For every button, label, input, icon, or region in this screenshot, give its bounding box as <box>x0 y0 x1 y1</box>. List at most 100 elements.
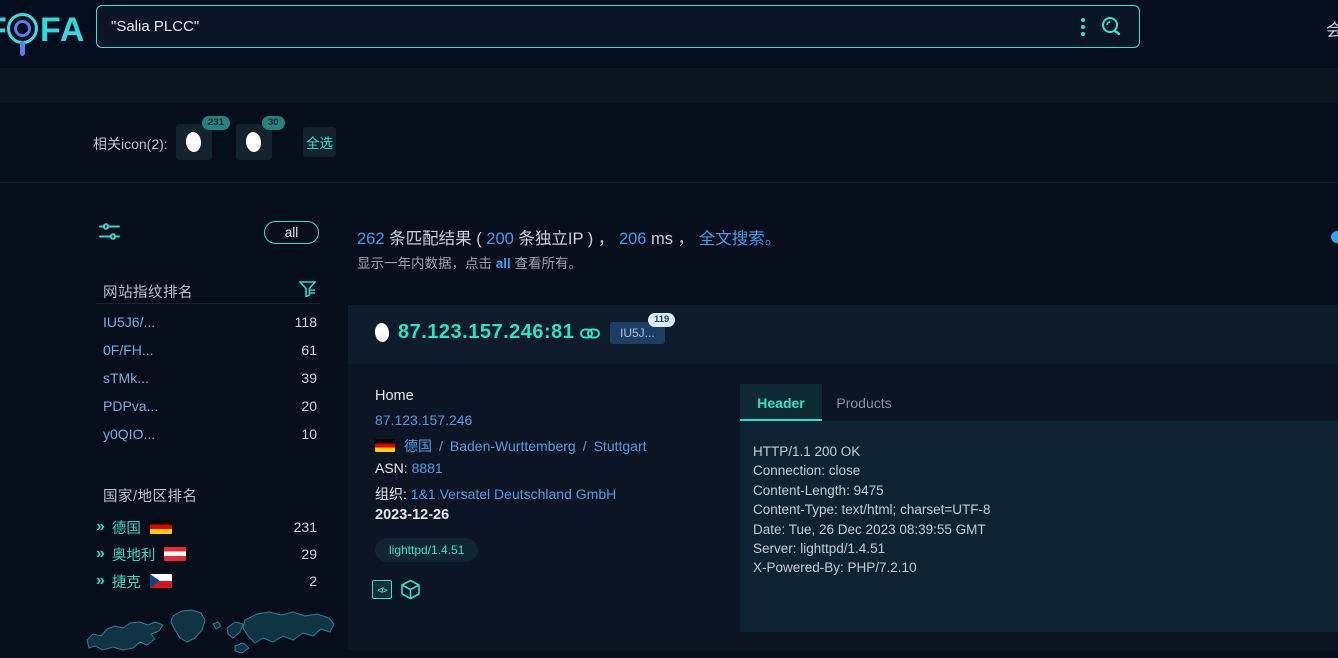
source-code-icon[interactable]: </> <box>372 580 392 599</box>
results-hint: 显示一年内数据，点击 all 查看所有。 <box>357 252 582 272</box>
select-all-button[interactable]: 全选 <box>303 127 336 157</box>
http-header-line: Content-Type: text/html; charset=UTF-8 <box>753 500 1338 519</box>
region-name: 捷克 <box>112 571 141 592</box>
city-link[interactable]: Stuttgart <box>594 438 647 454</box>
org-label: 组织: <box>375 486 407 502</box>
hint-text: 查看所有。 <box>511 256 582 271</box>
fulltext-search-link[interactable]: 全文搜索。 <box>699 230 782 248</box>
region-count: 29 <box>301 546 317 562</box>
site-title: Home <box>375 388 414 404</box>
sidebar-divider <box>96 303 320 304</box>
funnel-filter-icon[interactable] <box>299 281 316 297</box>
region-link[interactable]: Baden-Wurttemberg <box>450 438 576 454</box>
fingerprint-link[interactable]: IU5J6/... <box>103 314 155 330</box>
site-title-text: Home <box>375 388 414 404</box>
related-icon-label: 相关icon(2): <box>93 134 168 154</box>
http-header-line: HTTP/1.1 200 OK <box>753 442 1338 461</box>
czech-flag-icon <box>150 574 172 588</box>
search-icon[interactable] <box>1099 15 1123 39</box>
fingerprint-link[interactable]: PDPva... <box>103 398 158 414</box>
location-row: 德国/Baden-Wurttemberg/Stuttgart <box>375 436 647 456</box>
tab-header[interactable]: Header <box>740 384 822 421</box>
ip-row: 87.123.157.246 <box>375 412 472 428</box>
double-chevron-icon: » <box>96 545 103 563</box>
http-header-line: Content-Length: 9475 <box>753 481 1338 500</box>
region-ranking-title: 国家/地区排名 <box>103 485 198 506</box>
http-header-line: Server: lighttpd/1.4.51 <box>753 539 1338 558</box>
separator: / <box>432 438 450 454</box>
asn-link[interactable]: 8881 <box>412 460 443 476</box>
more-options-icon[interactable] <box>1081 18 1085 36</box>
unique-ip-count: 200 <box>486 230 514 248</box>
fingerprint-row: sTMk... 39 <box>103 368 317 388</box>
fingerprint-row: PDPva... 20 <box>103 396 317 416</box>
http-header-line: Date: Tue, 26 Dec 2023 08:39:55 GMT <box>753 520 1338 539</box>
fingerprint-count: 61 <box>301 342 317 358</box>
code-glyph: </> <box>377 585 386 595</box>
asn-row: ASN: 8881 <box>375 460 443 476</box>
match-count: 262 <box>357 230 385 248</box>
section-divider <box>0 182 1338 183</box>
all-link[interactable]: all <box>496 256 511 271</box>
summary-text: 条匹配结果 ( <box>385 230 487 248</box>
favicon-count-badge: 30 <box>262 116 285 130</box>
favicon-image <box>185 131 202 152</box>
server-version-tag[interactable]: lighttpd/1.4.51 <box>375 538 478 562</box>
double-chevron-icon: » <box>96 572 103 590</box>
region-row-germany[interactable]: » 德国 231 <box>96 517 317 537</box>
http-header-panel: HTTP/1.1 200 OK Connection: close Conten… <box>740 421 1338 632</box>
external-link-icon[interactable] <box>580 327 600 340</box>
region-name: 德国 <box>112 517 141 538</box>
fingerprint-link[interactable]: sTMk... <box>103 370 149 386</box>
fingerprint-count: 20 <box>301 398 317 414</box>
all-data-toggle-button[interactable]: all <box>264 221 319 244</box>
ip-link[interactable]: 87.123.157.246 <box>375 412 472 428</box>
org-link[interactable]: 1&1 Versatel Deutschland GmbH <box>411 486 616 502</box>
floating-widget-dot[interactable] <box>1331 231 1338 243</box>
fingerprint-row: y0QIO... 10 <box>103 424 317 444</box>
region-name: 奥地利 <box>112 544 156 565</box>
http-header-line: Connection: close <box>753 461 1338 480</box>
tab-products[interactable]: Products <box>822 384 906 421</box>
germany-flag-icon <box>150 520 172 534</box>
nav-member-label-clipped[interactable]: 会员 <box>1326 16 1338 41</box>
favicon-image <box>245 131 262 152</box>
sub-header-band <box>0 68 1338 103</box>
search-input[interactable] <box>97 18 1081 35</box>
fingerprint-count: 10 <box>301 426 317 442</box>
org-row: 组织: 1&1 Versatel Deutschland GmbH <box>375 484 616 504</box>
cube-assets-icon[interactable] <box>400 579 421 600</box>
summary-text: ms ， <box>646 230 698 248</box>
tag-count-bubble: 119 <box>648 313 675 327</box>
country-link[interactable]: 德国 <box>404 438 432 454</box>
search-bar <box>96 5 1140 48</box>
summary-text: 条独立IP ) ， <box>514 230 619 248</box>
fingerprint-row: IU5J6/... 118 <box>103 312 317 332</box>
fingerprint-link[interactable]: 0F/FH... <box>103 342 154 358</box>
hint-text: 显示一年内数据，点击 <box>357 256 496 271</box>
favicon-count-badge: 231 <box>202 116 230 130</box>
result-ip-port-link[interactable]: 87.123.157.246:81 <box>398 321 574 344</box>
top-header-bar: F FA 会员 <box>0 0 1338 68</box>
region-row-austria[interactable]: » 奥地利 29 <box>96 544 317 564</box>
separator: / <box>576 438 594 454</box>
logo-letters-fa: FA <box>40 11 85 50</box>
world-map <box>85 598 335 658</box>
asn-label: ASN: <box>375 460 408 476</box>
region-count: 231 <box>294 519 317 535</box>
fingerprint-ranking-title: 网站指纹排名 <box>103 281 193 302</box>
query-time: 206 <box>619 230 647 248</box>
http-header-line: X-Powered-By: PHP/7.2.10 <box>753 558 1338 577</box>
region-count: 2 <box>309 573 317 589</box>
results-summary: 262 条匹配结果 ( 200 条独立IP ) ， 206 ms ， 全文搜索。 <box>357 225 781 249</box>
fingerprint-count: 118 <box>295 314 317 330</box>
logo-magnifier-o-icon <box>7 13 38 44</box>
double-chevron-icon: » <box>96 518 103 536</box>
fofa-logo[interactable]: F FA <box>0 8 90 60</box>
fingerprint-link[interactable]: y0QIO... <box>103 426 155 442</box>
fingerprint-row: 0F/FH... 61 <box>103 340 317 360</box>
region-row-czech[interactable]: » 捷克 2 <box>96 571 317 591</box>
filter-sliders-icon[interactable] <box>99 223 120 241</box>
fingerprint-count: 39 <box>301 370 317 386</box>
austria-flag-icon <box>164 547 186 561</box>
